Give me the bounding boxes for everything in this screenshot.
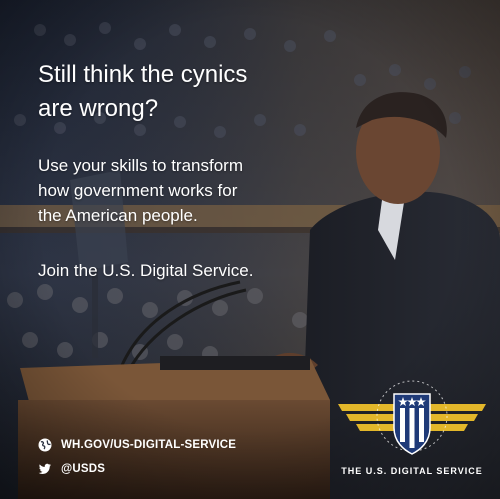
headline-line-1: Still think the cynics <box>38 61 248 88</box>
logo-caption: THE U.S. DIGITAL SERVICE <box>341 466 483 476</box>
body-text: Use your skills to transform how governm… <box>38 153 338 228</box>
website-link[interactable]: WH.GOV/US-DIGITAL-SERVICE <box>61 439 236 451</box>
website-row[interactable]: WH.GOV/US-DIGITAL-SERVICE <box>38 436 236 454</box>
recruitment-card: Still think the cynics are wrong? Use yo… <box>0 0 500 499</box>
headline-line-2: are wrong? <box>38 95 159 122</box>
twitter-bird-icon <box>38 463 51 474</box>
headline: Still think the cynics are wrong? <box>38 58 338 126</box>
twitter-handle[interactable]: @USDS <box>61 463 105 475</box>
body-line-1: Use your skills to transform <box>38 156 243 175</box>
twitter-row[interactable]: @USDS <box>38 460 105 478</box>
body-line-2: how government works for <box>38 181 238 200</box>
globe-icon <box>38 438 52 452</box>
call-to-action: Join the U.S. Digital Service. <box>38 261 254 280</box>
body-line-3: the American people. <box>38 206 198 225</box>
usds-winged-shield-logo <box>338 380 486 455</box>
